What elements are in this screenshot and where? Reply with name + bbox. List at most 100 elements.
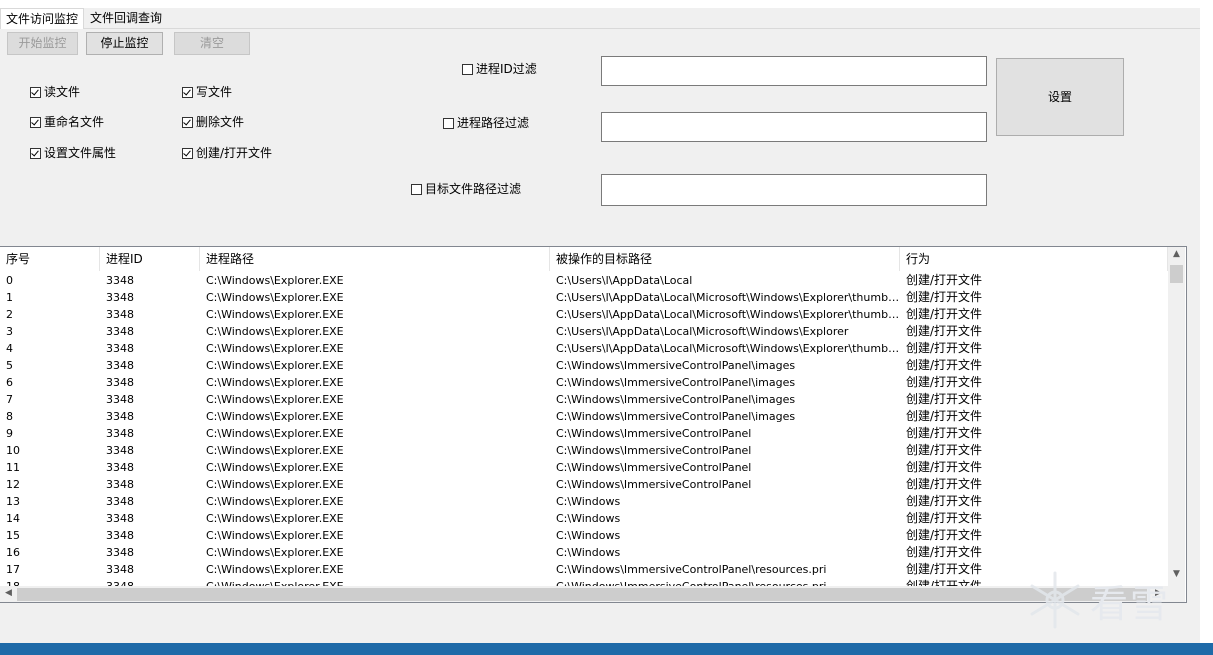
- table-row[interactable]: 17 3348 C:\Windows\Explorer.EXE C:\Windows\…: [0, 561, 1168, 578]
- table-row[interactable]: 1 3348 C:\Windows\Explorer.EXE C:\Users\l\A…: [0, 289, 1168, 306]
- create-open-checkbox[interactable]: 创建/打开文件: [182, 145, 272, 161]
- cell-action: 创建/打开文件: [906, 426, 983, 440]
- vertical-scroll-thumb[interactable]: [1170, 265, 1183, 283]
- scroll-left-icon[interactable]: ◀: [0, 588, 17, 598]
- write-file-checkbox[interactable]: 写文件: [182, 84, 232, 100]
- cell-target-path: C:\Windows: [556, 529, 621, 542]
- table-row[interactable]: 4 3348 C:\Windows\Explorer.EXE C:\Users\l\A…: [0, 340, 1168, 357]
- table-row[interactable]: 10 3348 C:\Windows\Explorer.EXE C:\Windows\…: [0, 442, 1168, 459]
- cell-pid: 3348: [106, 393, 134, 406]
- cell-target-path: C:\Windows: [556, 512, 621, 525]
- delete-file-label: 删除文件: [196, 115, 245, 129]
- table-row[interactable]: 7 3348 C:\Windows\Explorer.EXE C:\Windows\I…: [0, 391, 1168, 408]
- table-row[interactable]: 2 3348 C:\Windows\Explorer.EXE C:\Users\l\A…: [0, 306, 1168, 323]
- table-row[interactable]: 3 3348 C:\Windows\Explorer.EXE C:\Users\l\A…: [0, 323, 1168, 340]
- checkbox-unchecked-icon: [462, 64, 473, 75]
- cell-process-path: C:\Windows\Explorer.EXE: [206, 308, 344, 321]
- horizontal-scroll-thumb[interactable]: [17, 588, 1147, 601]
- process-path-filter-input[interactable]: [601, 112, 987, 142]
- cell-target-path: C:\Users\l\AppData\Local\Microsoft\Windo…: [556, 291, 900, 304]
- process-path-filter-checkbox[interactable]: 进程路径过滤: [443, 115, 529, 131]
- cell-action: 创建/打开文件: [906, 324, 983, 338]
- cell-process-path: C:\Windows\Explorer.EXE: [206, 325, 344, 338]
- cell-process-path: C:\Windows\Explorer.EXE: [200, 578, 550, 586]
- column-header-index[interactable]: 序号: [0, 247, 100, 271]
- target-path-filter-input[interactable]: [601, 174, 987, 206]
- table-row[interactable]: 5 3348 C:\Windows\Explorer.EXE C:\Windows\I…: [0, 357, 1168, 374]
- cell-index: 18: [0, 578, 100, 586]
- app-window: 文件访问监控 文件回调查询 开始监控 停止监控 清空 读文件 写文件 重命名文件…: [0, 0, 1200, 643]
- cell-process-path: C:\Windows\Explorer.EXE: [206, 427, 344, 440]
- stop-monitor-button[interactable]: 停止监控: [86, 32, 163, 55]
- delete-file-checkbox[interactable]: 删除文件: [182, 114, 244, 130]
- cell-action: 创建/打开文件: [906, 375, 983, 389]
- cell-pid: 3348: [100, 578, 200, 586]
- column-header-process-path[interactable]: 进程路径: [200, 247, 550, 271]
- clear-button[interactable]: 清空: [174, 32, 250, 55]
- table-row[interactable]: 14 3348 C:\Windows\Explorer.EXE C:\Windows 创…: [0, 510, 1168, 527]
- cell-pid: 3348: [106, 308, 134, 321]
- cell-target-path: C:\Windows\ImmersiveControlPanel\images: [556, 359, 796, 372]
- table-row[interactable]: 183348C:\Windows\Explorer.EXEC:\Windows\…: [0, 578, 1168, 586]
- table-row[interactable]: 15 3348 C:\Windows\Explorer.EXE C:\Windows 创…: [0, 527, 1168, 544]
- cell-action: 创建/打开文件: [906, 290, 983, 304]
- cell-index: 2: [6, 308, 13, 321]
- cell-action: 创建/打开文件: [906, 477, 983, 491]
- cell-index: 0: [6, 274, 13, 287]
- target-path-filter-checkbox[interactable]: 目标文件路径过滤: [411, 181, 521, 197]
- cell-index: 17: [6, 563, 20, 576]
- tab-file-access-monitor[interactable]: 文件访问监控: [0, 8, 84, 29]
- cell-target-path: C:\Users\l\AppData\Local\Microsoft\Windo…: [556, 308, 900, 321]
- cell-process-path: C:\Windows\Explorer.EXE: [206, 495, 344, 508]
- set-button[interactable]: 设置: [996, 58, 1124, 136]
- checkbox-checked-icon: [182, 87, 193, 98]
- cell-index: 1: [6, 291, 13, 304]
- read-file-checkbox[interactable]: 读文件: [30, 84, 80, 100]
- watermark-text: 看雪: [1090, 582, 1171, 626]
- horizontal-scrollbar[interactable]: ◀ ▶: [0, 586, 1168, 602]
- checkbox-checked-icon: [30, 87, 41, 98]
- set-attr-checkbox[interactable]: 设置文件属性: [30, 145, 116, 161]
- column-header-pid[interactable]: 进程ID: [100, 247, 200, 271]
- cell-process-path: C:\Windows\Explorer.EXE: [206, 546, 344, 559]
- table-row[interactable]: 8 3348 C:\Windows\Explorer.EXE C:\Windows\I…: [0, 408, 1168, 425]
- cell-target-path: C:\Windows: [556, 546, 621, 559]
- cell-target-path: C:\Windows: [556, 495, 621, 508]
- cell-pid: 3348: [106, 512, 134, 525]
- cell-action: 创建/打开文件: [906, 511, 983, 525]
- table-row[interactable]: 12 3348 C:\Windows\Explorer.EXE C:\Windows\…: [0, 476, 1168, 493]
- cell-pid: 3348: [106, 342, 134, 355]
- cell-process-path: C:\Windows\Explorer.EXE: [206, 563, 344, 576]
- rename-file-checkbox[interactable]: 重命名文件: [30, 114, 104, 130]
- pid-filter-checkbox[interactable]: 进程ID过滤: [462, 61, 537, 77]
- start-monitor-button[interactable]: 开始监控: [7, 32, 78, 55]
- scroll-up-icon[interactable]: ▲: [1168, 249, 1185, 259]
- pid-filter-input[interactable]: [601, 56, 987, 86]
- cell-process-path: C:\Windows\Explorer.EXE: [206, 512, 344, 525]
- cell-pid: 3348: [106, 444, 134, 457]
- cell-index: 5: [6, 359, 13, 372]
- cell-target-path: C:\Windows\ImmersiveControlPanel: [556, 478, 752, 491]
- column-header-target-path[interactable]: 被操作的目标路径: [550, 247, 900, 271]
- cell-pid: 3348: [106, 274, 134, 287]
- tab-file-callback-query[interactable]: 文件回调查询: [85, 8, 167, 28]
- cell-action: 创建/打开文件: [906, 528, 983, 542]
- table-row[interactable]: 9 3348 C:\Windows\Explorer.EXE C:\Windows\I…: [0, 425, 1168, 442]
- table-row[interactable]: 16 3348 C:\Windows\Explorer.EXE C:\Windows 创…: [0, 544, 1168, 561]
- cell-action: 创建/打开文件: [906, 545, 983, 559]
- cell-index: 8: [6, 410, 13, 423]
- table-row[interactable]: 13 3348 C:\Windows\Explorer.EXE C:\Windows 创…: [0, 493, 1168, 510]
- cell-target-path: C:\Windows\ImmersiveControlPanel\resourc…: [550, 578, 900, 586]
- column-header-action[interactable]: 行为: [900, 247, 1168, 271]
- table-row[interactable]: 0 3348 C:\Windows\Explorer.EXE C:\Users\l\A…: [0, 272, 1168, 289]
- vertical-scrollbar[interactable]: ▲ ▼: [1168, 247, 1185, 586]
- cell-target-path: C:\Windows\ImmersiveControlPanel: [556, 444, 752, 457]
- cell-pid: 3348: [106, 410, 134, 423]
- event-list-view[interactable]: 序号 进程ID 进程路径 被操作的目标路径 行为 0 3348 C:\Windows…: [0, 246, 1187, 603]
- table-row[interactable]: 6 3348 C:\Windows\Explorer.EXE C:\Windows\I…: [0, 374, 1168, 391]
- rename-file-label: 重命名文件: [44, 115, 105, 129]
- table-row[interactable]: 11 3348 C:\Windows\Explorer.EXE C:\Windows\…: [0, 459, 1168, 476]
- cell-process-path: C:\Windows\Explorer.EXE: [206, 291, 344, 304]
- cell-index: 10: [6, 444, 20, 457]
- create-open-label: 创建/打开文件: [196, 146, 273, 160]
